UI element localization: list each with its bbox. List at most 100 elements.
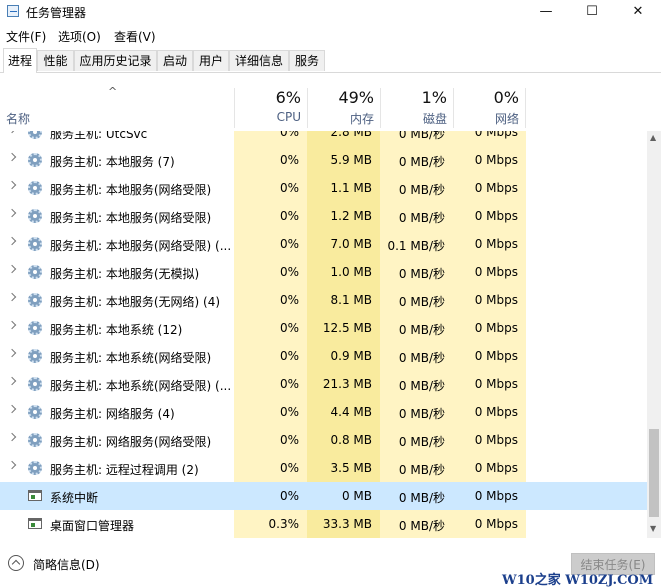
process-net: 0 Mbps [474, 181, 518, 195]
chevron-right-icon[interactable] [7, 180, 17, 190]
menu-file[interactable]: 文件(F) [6, 28, 46, 45]
process-row[interactable]: 桌面窗口管理器 0.3% 33.3 MB 0 MB/秒 0 Mbps [0, 510, 647, 538]
process-mem: 4.4 MB [330, 405, 372, 419]
tab-startup[interactable]: 启动 [157, 50, 193, 71]
process-row[interactable]: 服务主机: 远程过程调用 (2) 0% 3.5 MB 0 MB/秒 0 Mbps [0, 454, 647, 482]
menu-options[interactable]: 选项(O) [58, 28, 101, 45]
column-disk[interactable]: 1% 磁盘 [380, 88, 453, 128]
gear-icon [28, 153, 42, 167]
menu-view[interactable]: 查看(V) [114, 28, 156, 45]
column-cpu[interactable]: 6% CPU [234, 88, 307, 128]
chevron-right-icon[interactable] [7, 152, 17, 162]
process-cpu: 0% [279, 237, 299, 251]
chevron-right-icon[interactable] [7, 131, 17, 134]
process-net: 0 Mbps [474, 131, 518, 139]
process-cpu: 0% [279, 321, 299, 335]
process-name: 桌面窗口管理器 [50, 519, 135, 533]
process-disk: 0 MB/秒 [398, 351, 445, 365]
gear-icon [28, 461, 42, 475]
close-button[interactable]: ✕ [615, 0, 661, 24]
memory-label: 内存 [349, 112, 374, 126]
process-disk: 0 MB/秒 [398, 211, 445, 225]
process-cpu: 0% [279, 293, 299, 307]
chevron-right-icon[interactable] [7, 460, 17, 470]
memory-total: 49% [338, 88, 374, 107]
process-name: 系统中断 [50, 491, 99, 505]
process-row[interactable]: 系统中断 0% 0 MB 0 MB/秒 0 Mbps [0, 482, 647, 510]
gear-icon [28, 293, 42, 307]
process-name: 服务主机: 本地服务(无网络) (4) [50, 295, 221, 309]
cpu-total: 6% [275, 88, 301, 107]
process-row[interactable]: 服务主机: 本地系统(网络受限) (... 0% 21.3 MB 0 MB/秒 0 Mb… [0, 370, 647, 398]
process-name: 服务主机: UtcSvc [50, 131, 148, 141]
chevron-right-icon[interactable] [7, 376, 17, 386]
process-cpu: 0% [279, 265, 299, 279]
process-row[interactable]: 服务主机: 网络服务 (4) 0% 4.4 MB 0 MB/秒 0 Mbps [0, 398, 647, 426]
process-name: 服务主机: 网络服务 (4) [50, 407, 175, 421]
process-mem: 7.0 MB [330, 237, 372, 251]
tab-details[interactable]: 详细信息 [229, 50, 289, 71]
window-icon [28, 518, 42, 529]
fewer-details-link[interactable]: 简略信息(D) [33, 556, 100, 573]
process-row[interactable]: 服务主机: 本地系统(网络受限) 0% 0.9 MB 0 MB/秒 0 Mbps [0, 342, 647, 370]
process-row[interactable]: 服务主机: 本地服务(无模拟) 0% 1.0 MB 0 MB/秒 0 Mbps [0, 258, 647, 286]
column-name[interactable]: 名称 [6, 110, 30, 127]
process-mem: 12.5 MB [322, 321, 372, 335]
process-row[interactable]: 服务主机: 本地服务(网络受限) 0% 1.1 MB 0 MB/秒 0 Mbps [0, 174, 647, 202]
process-row[interactable]: 服务主机: 本地服务(网络受限) 0% 1.2 MB 0 MB/秒 0 Mbps [0, 202, 647, 230]
process-cpu: 0% [279, 349, 299, 363]
chevron-up-circle-icon[interactable] [8, 555, 24, 571]
title-bar: 任务管理器 — ☐ ✕ [0, 0, 661, 24]
chevron-right-icon[interactable] [7, 432, 17, 442]
gear-icon [28, 321, 42, 335]
chevron-right-icon[interactable] [7, 404, 17, 414]
process-cpu: 0% [279, 181, 299, 195]
process-cpu: 0% [279, 209, 299, 223]
process-name: 服务主机: 本地服务(网络受限) (... [50, 239, 232, 253]
process-name: 服务主机: 网络服务(网络受限) [50, 435, 212, 449]
process-row[interactable]: 服务主机: 本地服务(网络受限) (... 0% 7.0 MB 0.1 MB/秒 0 M… [0, 230, 647, 258]
vertical-scrollbar[interactable]: ▲ ▼ [647, 131, 661, 538]
tab-processes[interactable]: 进程 [3, 48, 37, 73]
process-mem: 5.9 MB [330, 153, 372, 167]
column-memory[interactable]: 49% 内存 [307, 88, 380, 128]
process-disk: 0 MB/秒 [398, 131, 445, 141]
window-title: 任务管理器 [26, 6, 87, 20]
process-net: 0 Mbps [474, 153, 518, 167]
process-name: 服务主机: 本地服务 (7) [50, 155, 175, 169]
tab-app-history[interactable]: 应用历史记录 [74, 50, 157, 71]
process-row[interactable]: 服务主机: 本地服务(无网络) (4) 0% 8.1 MB 0 MB/秒 0 Mbps [0, 286, 647, 314]
minimize-button[interactable]: — [523, 0, 569, 24]
tab-performance[interactable]: 性能 [37, 50, 74, 71]
process-cpu: 0% [279, 489, 299, 503]
process-net: 0 Mbps [474, 293, 518, 307]
chevron-right-icon[interactable] [7, 348, 17, 358]
chevron-right-icon[interactable] [7, 292, 17, 302]
gear-icon [28, 433, 42, 447]
chevron-right-icon[interactable] [7, 236, 17, 246]
scroll-thumb[interactable] [649, 429, 659, 517]
chevron-right-icon[interactable] [7, 264, 17, 274]
chevron-right-icon[interactable] [7, 320, 17, 330]
process-disk: 0 MB/秒 [398, 155, 445, 169]
process-disk: 0 MB/秒 [398, 267, 445, 281]
tab-users[interactable]: 用户 [193, 50, 229, 71]
process-row[interactable]: 服务主机: 本地系统 (12) 0% 12.5 MB 0 MB/秒 0 Mbps [0, 314, 647, 342]
scroll-down-icon[interactable]: ▼ [650, 524, 656, 533]
scroll-up-icon[interactable]: ▲ [650, 133, 656, 142]
gear-icon [28, 349, 42, 363]
process-row[interactable]: 服务主机: 本地服务 (7) 0% 5.9 MB 0 MB/秒 0 Mbps [0, 146, 647, 174]
column-network[interactable]: 0% 网络 [453, 88, 526, 128]
process-row[interactable]: 服务主机: 网络服务(网络受限) 0% 0.8 MB 0 MB/秒 0 Mbps [0, 426, 647, 454]
process-net: 0 Mbps [474, 265, 518, 279]
process-disk: 0 MB/秒 [398, 379, 445, 393]
process-name: 服务主机: 本地系统(网络受限) [50, 351, 212, 365]
process-mem: 0.9 MB [330, 349, 372, 363]
chevron-right-icon[interactable] [7, 208, 17, 218]
process-row[interactable]: 服务主机: UtcSvc 0% 2.8 MB 0 MB/秒 0 Mbps [0, 131, 647, 146]
task-manager-icon [7, 5, 19, 17]
process-net: 0 Mbps [474, 433, 518, 447]
tab-services[interactable]: 服务 [289, 50, 325, 71]
maximize-button[interactable]: ☐ [569, 0, 615, 24]
column-header: ^ 名称 6% CPU 49% 内存 1% 磁盘 0% 网络 [0, 85, 661, 128]
